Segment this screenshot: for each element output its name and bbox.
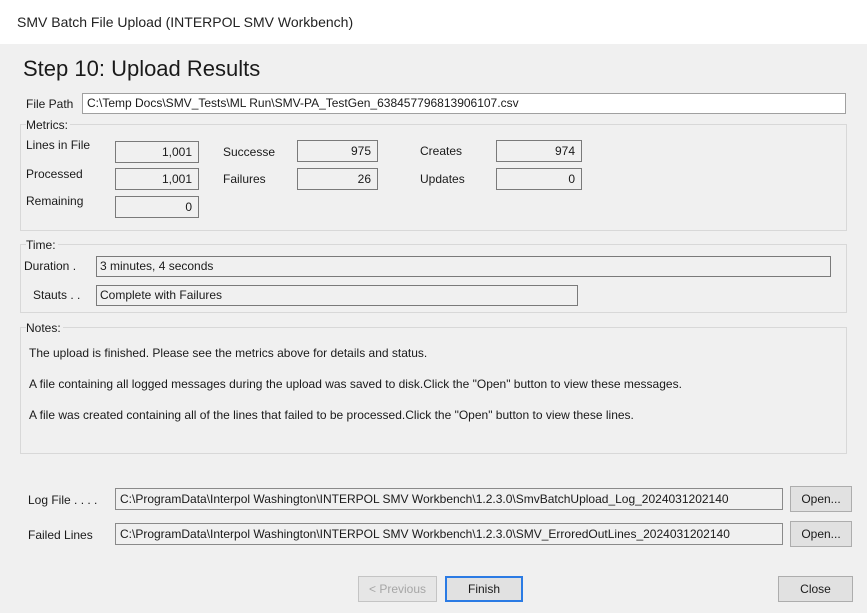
close-button[interactable]: Close	[778, 576, 853, 602]
page-title: Step 10: Upload Results	[23, 56, 261, 81]
updates-label: Updates	[420, 172, 465, 186]
failures-value: 26	[297, 168, 378, 190]
remaining-value: 0	[115, 196, 199, 218]
successes-label: Successe	[223, 145, 276, 159]
failed-lines-label: Failed Lines	[28, 528, 93, 542]
time-group-title: Time:	[26, 238, 58, 252]
previous-button[interactable]: < Previous	[358, 576, 437, 602]
remaining-label: Remaining	[26, 194, 84, 208]
lines-in-file-label: Lines in File	[26, 138, 91, 152]
finish-button[interactable]: Finish	[445, 576, 523, 602]
dialog-body: Step 10: Upload Results File Path C:\Tem…	[0, 44, 867, 613]
open-failed-lines-button[interactable]: Open...	[790, 521, 852, 547]
log-file-label: Log File . . . .	[28, 493, 98, 507]
file-path-label: File Path	[26, 97, 74, 111]
failed-lines-path-field[interactable]: C:\ProgramData\Interpol Washington\INTER…	[115, 523, 783, 545]
lines-in-file-value: 1,001	[115, 141, 199, 163]
window-titlebar: SMV Batch File Upload (INTERPOL SMV Work…	[0, 0, 867, 44]
log-file-path-field[interactable]: C:\ProgramData\Interpol Washington\INTER…	[115, 488, 783, 510]
notes-group-title: Notes:	[26, 321, 63, 335]
updates-value: 0	[496, 168, 582, 190]
status-value: Complete with Failures	[96, 285, 578, 306]
metrics-group-title: Metrics:	[26, 118, 70, 132]
processed-value: 1,001	[115, 168, 199, 190]
open-log-file-button[interactable]: Open...	[790, 486, 852, 512]
note-line: A file was created containing all of the…	[29, 408, 634, 422]
successes-value: 975	[297, 140, 378, 162]
creates-label: Creates	[420, 144, 463, 158]
duration-label: Duration .	[24, 259, 77, 273]
status-label: Stauts . .	[33, 288, 81, 302]
note-line: The upload is finished. Please see the m…	[29, 346, 428, 360]
processed-label: Processed	[26, 167, 83, 181]
duration-value: 3 minutes, 4 seconds	[96, 256, 831, 277]
creates-value: 974	[496, 140, 582, 162]
file-path-field[interactable]: C:\Temp Docs\SMV_Tests\ML Run\SMV-PA_Tes…	[82, 93, 846, 114]
failures-label: Failures	[223, 172, 266, 186]
window-title: SMV Batch File Upload (INTERPOL SMV Work…	[17, 14, 354, 30]
note-line: A file containing all logged messages du…	[29, 377, 682, 391]
